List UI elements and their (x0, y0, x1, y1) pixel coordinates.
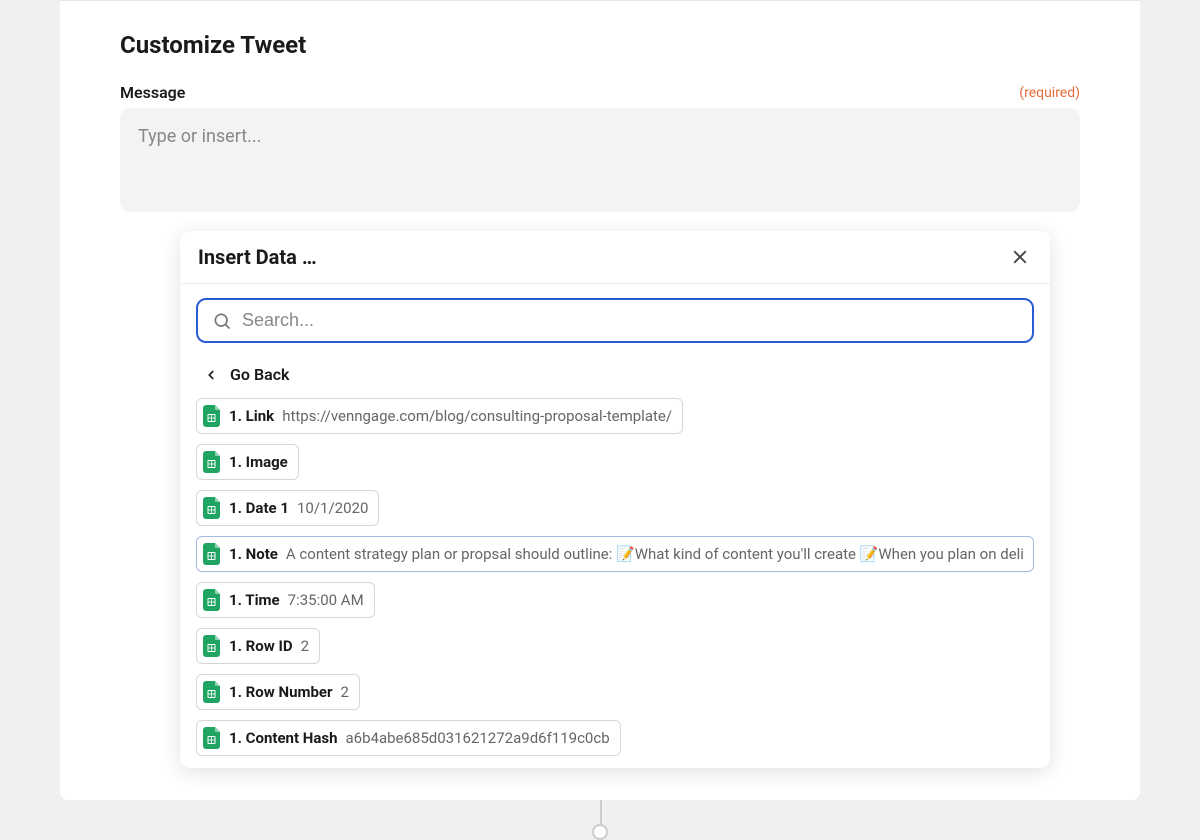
data-item-value: a6b4abe685d031621272a9d6f119c0cb (346, 729, 610, 747)
message-label: Message (120, 83, 185, 102)
sheets-icon (203, 543, 221, 565)
sheets-icon (203, 681, 221, 703)
data-item-label: 1. Row Number (229, 683, 333, 701)
data-item-label: 1. Note (229, 545, 278, 563)
data-item[interactable]: 1. Link https://venngage.com/blog/consult… (196, 398, 683, 434)
data-item[interactable]: 1. Row Number 2 (196, 674, 360, 710)
go-back-button[interactable]: Go Back (180, 353, 1050, 398)
data-item[interactable]: 1. Image (196, 444, 299, 480)
data-item-label: 1. Image (229, 453, 288, 471)
data-item[interactable]: 1. Note A content strategy plan or propsa… (196, 536, 1034, 572)
search-icon (212, 311, 232, 331)
data-item-value: 7:35:00 AM (288, 591, 364, 609)
message-field-header: Message (required) (120, 83, 1080, 102)
required-badge: (required) (1019, 85, 1080, 101)
close-icon (1011, 248, 1029, 266)
editor-card: Customize Tweet Message (required) Type … (60, 0, 1140, 800)
sheets-icon (203, 451, 221, 473)
data-item-value: 10/1/2020 (297, 499, 368, 517)
data-item-value: 2 (341, 683, 349, 701)
data-item-value: 2 (301, 637, 309, 655)
insert-data-panel: Insert Data … Go Back 1. Link https://ven… (180, 231, 1050, 768)
flow-connector-node (592, 824, 608, 840)
insert-panel-header: Insert Data … (180, 231, 1050, 284)
data-item-value: A content strategy plan or propsal shoul… (286, 545, 1023, 563)
sheets-icon (203, 635, 221, 657)
data-item-label: 1. Content Hash (229, 729, 338, 747)
data-item-label: 1. Time (229, 591, 280, 609)
chevron-left-icon (204, 368, 218, 382)
data-item[interactable]: 1. Time 7:35:00 AM (196, 582, 375, 618)
sheets-icon (203, 497, 221, 519)
insert-panel-title: Insert Data … (198, 245, 317, 269)
page-title: Customize Tweet (120, 31, 1080, 59)
data-item-label: 1. Date 1 (229, 499, 289, 517)
sheets-icon (203, 405, 221, 427)
search-wrap (180, 284, 1050, 353)
search-box[interactable] (196, 298, 1034, 343)
data-item-label: 1. Row ID (229, 637, 293, 655)
message-placeholder: Type or insert... (138, 126, 261, 147)
data-item-value: https://venngage.com/blog/consulting-pro… (282, 407, 672, 425)
data-item[interactable]: 1. Content Hash a6b4abe685d031621272a9d6f… (196, 720, 621, 756)
data-item[interactable]: 1. Row ID 2 (196, 628, 320, 664)
data-items-list: 1. Link https://venngage.com/blog/consult… (180, 398, 1050, 768)
message-input[interactable]: Type or insert... (120, 108, 1080, 212)
go-back-label: Go Back (230, 365, 289, 384)
data-item[interactable]: 1. Date 1 10/1/2020 (196, 490, 379, 526)
sheets-icon (203, 727, 221, 749)
sheets-icon (203, 589, 221, 611)
search-input[interactable] (242, 310, 1018, 331)
data-item-label: 1. Link (229, 407, 274, 425)
close-button[interactable] (1008, 245, 1032, 269)
